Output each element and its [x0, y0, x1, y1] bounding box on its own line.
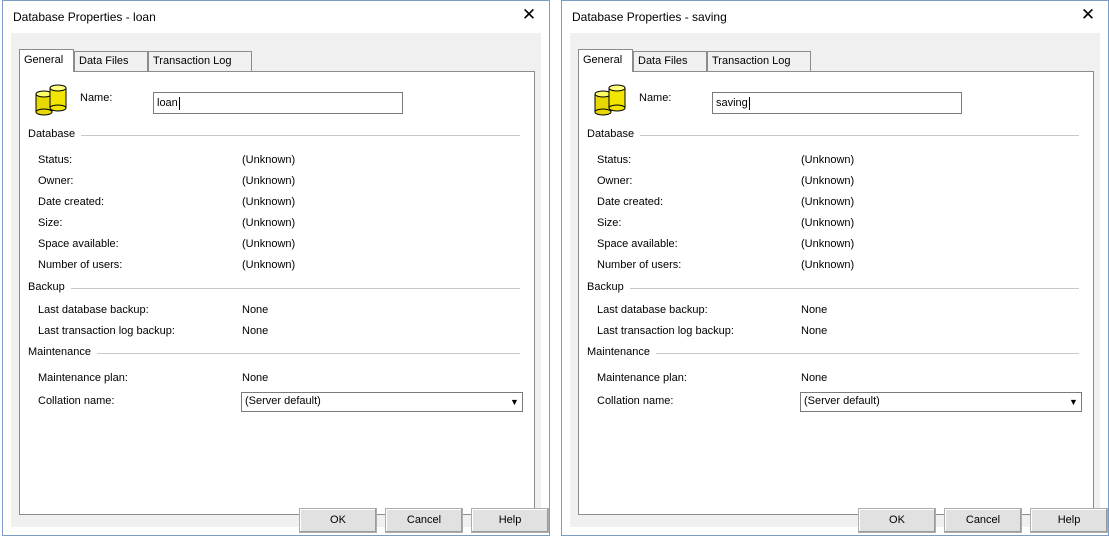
last-log-backup-label: Last transaction log backup: [597, 325, 734, 337]
date-created-label: Date created: [597, 196, 664, 208]
number-of-users-label: Number of users: [597, 259, 682, 271]
status-label: Status: [38, 154, 73, 166]
tab-data-files[interactable]: Data Files [74, 51, 148, 71]
database-group-line [587, 135, 1079, 136]
maintenance-plan-value: None [801, 372, 828, 384]
general-tab-panel: Name: loan Database Status: (Unknown) Ow… [19, 71, 535, 515]
number-of-users-value: (Unknown) [242, 259, 296, 271]
dropdown-arrow-icon[interactable]: ▼ [1065, 393, 1081, 411]
tab-data-files[interactable]: Data Files [633, 51, 707, 71]
maintenance-plan-value: None [242, 372, 269, 384]
tab-general[interactable]: General [19, 49, 74, 72]
database-group-line [28, 135, 520, 136]
maintenance-group-title: Maintenance [587, 346, 656, 358]
last-database-backup-value: None [801, 304, 828, 316]
maintenance-group-title: Maintenance [28, 346, 97, 358]
dialog-client-area: General Data Files Transaction Log Name:… [570, 33, 1108, 533]
name-field[interactable]: saving [712, 92, 962, 114]
text-caret [748, 96, 750, 110]
database-icon [594, 84, 626, 116]
status-value: (Unknown) [801, 154, 855, 166]
last-database-backup-label: Last database backup: [38, 304, 149, 316]
name-field[interactable]: loan [153, 92, 403, 114]
space-available-value: (Unknown) [242, 238, 296, 250]
size-label: Size: [38, 217, 63, 229]
last-database-backup-value: None [242, 304, 269, 316]
collation-selected-value: (Server default) [804, 395, 880, 407]
database-properties-dialog: Database Properties - saving ✕ General D… [561, 0, 1109, 536]
last-log-backup-label: Last transaction log backup: [38, 325, 175, 337]
last-database-backup-label: Last database backup: [597, 304, 708, 316]
help-button[interactable]: Help [471, 508, 549, 533]
owner-label: Owner: [597, 175, 633, 187]
backup-group-title: Backup [587, 281, 630, 293]
close-button[interactable]: ✕ [1068, 1, 1108, 31]
collation-selected-value: (Server default) [245, 395, 321, 407]
space-available-label: Space available: [38, 238, 119, 250]
database-icon [35, 84, 67, 116]
title-bar[interactable]: Database Properties - saving ✕ [562, 1, 1108, 33]
number-of-users-label: Number of users: [38, 259, 123, 271]
database-group-title: Database [28, 128, 82, 140]
title-bar[interactable]: Database Properties - loan ✕ [3, 1, 549, 33]
space-available-label: Space available: [597, 238, 678, 250]
collation-name-label: Collation name: [38, 395, 115, 407]
last-log-backup-value: None [801, 325, 828, 337]
close-button[interactable]: ✕ [509, 1, 549, 31]
cancel-button[interactable]: Cancel [385, 508, 463, 533]
database-group-title: Database [587, 128, 641, 140]
size-value: (Unknown) [242, 217, 296, 229]
name-label: Name: [639, 92, 672, 104]
collation-name-select[interactable]: (Server default) ▼ [800, 392, 1082, 412]
date-created-value: (Unknown) [801, 196, 855, 208]
name-label: Name: [80, 92, 113, 104]
tab-transaction-log[interactable]: Transaction Log [148, 51, 252, 71]
dialog-client-area: General Data Files Transaction Log Name:… [11, 33, 549, 533]
ok-button[interactable]: OK [299, 508, 377, 533]
tab-general[interactable]: General [578, 49, 633, 72]
maintenance-plan-label: Maintenance plan: [597, 372, 687, 384]
maintenance-group-line [28, 353, 520, 354]
database-properties-dialog: Database Properties - loan ✕ General Dat… [2, 0, 550, 536]
backup-group-line [587, 288, 1079, 289]
maintenance-plan-label: Maintenance plan: [38, 372, 128, 384]
owner-label: Owner: [38, 175, 74, 187]
collation-name-select[interactable]: (Server default) ▼ [241, 392, 523, 412]
owner-value: (Unknown) [242, 175, 296, 187]
status-value: (Unknown) [242, 154, 296, 166]
owner-value: (Unknown) [801, 175, 855, 187]
cancel-button[interactable]: Cancel [944, 508, 1022, 533]
dropdown-arrow-icon[interactable]: ▼ [506, 393, 522, 411]
help-button[interactable]: Help [1030, 508, 1108, 533]
general-tab-panel: Name: saving Database Status: (Unknown) … [578, 71, 1094, 515]
status-label: Status: [597, 154, 632, 166]
maintenance-group-line [587, 353, 1079, 354]
collation-name-label: Collation name: [597, 395, 674, 407]
dialog-title: Database Properties - loan [13, 10, 156, 24]
backup-group-title: Backup [28, 281, 71, 293]
number-of-users-value: (Unknown) [801, 259, 855, 271]
name-value: loan [157, 97, 178, 109]
date-created-label: Date created: [38, 196, 105, 208]
space-available-value: (Unknown) [801, 238, 855, 250]
name-value: saving [716, 97, 748, 109]
dialog-title: Database Properties - saving [572, 10, 727, 24]
last-log-backup-value: None [242, 325, 269, 337]
date-created-value: (Unknown) [242, 196, 296, 208]
size-label: Size: [597, 217, 622, 229]
tab-transaction-log[interactable]: Transaction Log [707, 51, 811, 71]
backup-group-line [28, 288, 520, 289]
text-caret [178, 96, 180, 110]
ok-button[interactable]: OK [858, 508, 936, 533]
size-value: (Unknown) [801, 217, 855, 229]
